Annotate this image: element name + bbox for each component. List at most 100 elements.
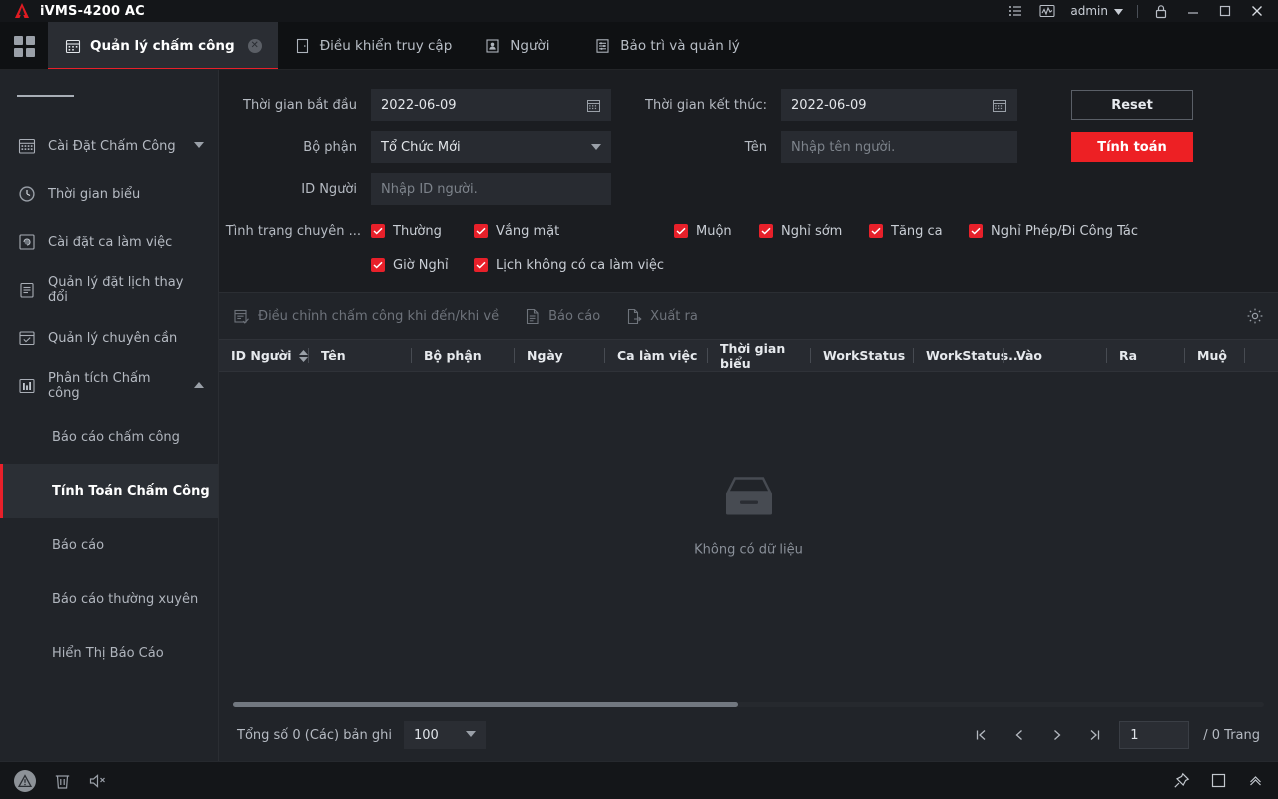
next-page-icon[interactable] [1043,721,1071,749]
adjust-checkin-checkout-button[interactable]: Điều chỉnh chấm công khi đến/khi về [233,308,499,325]
column-header-name[interactable]: Tên [309,340,412,371]
column-label: Bộ phận [424,348,482,363]
department-select[interactable]: Tổ Chức Mới [371,131,611,163]
sidebar-subitem-display-report[interactable]: Hiển Thị Báo Cáo [0,626,218,680]
sidebar-item-attendance-settings[interactable]: Cài Đặt Chấm Công [0,122,218,170]
status-bar-left [14,769,108,792]
tab-attendance-management[interactable]: Quản lý chấm công ✕ [48,22,278,70]
alert-triangle-icon[interactable] [14,769,36,792]
checkbox-overtime[interactable]: Tăng ca [869,224,969,239]
prev-page-icon[interactable] [1005,721,1033,749]
sidebar-item-label: Thời gian biểu [48,186,141,202]
check-icon [759,224,773,238]
checkbox-label: Thường [393,223,442,239]
gear-icon[interactable] [1246,307,1264,325]
column-label: WorkStatus [823,348,906,363]
sidebar-item-schedule-change-management[interactable]: Quản lý đặt lịch thay đổi [0,266,218,314]
sidebar-item-attendance-management[interactable]: Quản lý chuyên cần [0,314,218,362]
close-icon[interactable] [1248,2,1266,20]
horizontal-scrollbar[interactable] [219,699,1278,709]
report-button[interactable]: Báo cáo [525,308,600,325]
column-header-late[interactable]: Muộ [1185,340,1245,371]
sidebar-subitem-label: Báo cáo thường xuyên [52,591,199,607]
column-header-person-id[interactable]: ID Người [219,340,309,371]
list-icon[interactable] [1006,2,1024,20]
pin-icon[interactable] [1173,772,1190,789]
table-body: Không có dữ liệu [219,372,1278,699]
trash-icon[interactable] [54,772,71,790]
last-page-icon[interactable] [1081,721,1109,749]
start-time-field[interactable]: 2022-06-09 [371,89,611,121]
person-id-input[interactable]: Nhập ID người. [371,173,611,205]
check-icon [674,224,688,238]
sidebar-subitem-attendance-calculation[interactable]: Tính Toán Chấm Công [0,464,218,518]
sidebar-subitem-attendance-report[interactable]: Báo cáo chấm công [0,410,218,464]
tab-person[interactable]: Người [468,22,578,70]
checkbox-normal[interactable]: Thường [371,224,474,239]
column-header-checkin[interactable]: Vào [1004,340,1107,371]
tab-maintenance-management[interactable]: Bảo trì và quản lý [578,22,756,70]
page-number-input[interactable]: 1 [1119,721,1190,749]
start-time-label: Thời gian bắt đầu [243,97,357,113]
sidebar-subitem-label: Báo cáo chấm công [52,429,180,445]
maximize-icon[interactable] [1216,2,1234,20]
filter-row-3: ID Người Nhập ID người. [219,168,1278,210]
scrollbar-track[interactable] [233,701,1264,707]
sidebar-item-timetable[interactable]: Thời gian biểu [0,170,218,218]
tab-access-control[interactable]: Điều khiển truy cập [278,22,469,70]
first-page-icon[interactable] [967,721,995,749]
calendar-icon[interactable] [586,98,601,113]
sidebar-item-label: Cài đặt ca làm việc [48,234,173,250]
lock-icon[interactable] [1152,2,1170,20]
app-launcher-button[interactable] [0,22,48,70]
sort-icon[interactable] [298,349,308,362]
tab-label: Người [510,38,550,54]
toolbar-label: Điều chỉnh chấm công khi đến/khi về [258,308,500,324]
title-bar: iVMS-4200 AC admin [0,0,1278,22]
checkbox-absent[interactable]: Vắng mặt [474,224,674,239]
check-icon [371,224,385,238]
sidebar-item-shift-settings[interactable]: Cài đặt ca làm việc [0,218,218,266]
close-icon[interactable]: ✕ [247,39,262,53]
column-header-timetable[interactable]: Thời gian biểu [708,340,811,371]
sidebar-collapse-button[interactable] [0,70,218,122]
column-header-date[interactable]: Ngày [515,340,605,371]
column-label: Tên [321,348,346,363]
column-label: Ra [1119,348,1138,363]
column-header-workstatus[interactable]: WorkStatus [811,340,914,371]
page-size-select[interactable]: 100 [403,721,486,749]
sidebar-item-label: Quản lý chuyên cần [48,330,178,346]
column-label: Ca làm việc [617,348,698,363]
checkbox-no-shift-schedule[interactable]: Lịch không có ca làm việc [474,258,664,273]
reset-button[interactable]: Reset [1071,90,1193,120]
checkbox-break-time[interactable]: Giờ Nghỉ [371,258,474,273]
app-title: iVMS-4200 AC [40,3,145,19]
column-header-department[interactable]: Bộ phận [412,340,515,371]
column-header-checkout[interactable]: Ra [1107,340,1185,371]
chevron-up-icon[interactable] [1247,772,1264,789]
sidebar-item-attendance-analysis[interactable]: Phân tích Chấm công [0,362,218,410]
checkbox-label: Muộn [696,223,732,239]
sidebar-subitem-regular-report[interactable]: Báo cáo thường xuyên [0,572,218,626]
sliders-icon [594,38,611,55]
name-input[interactable]: Nhập tên người. [781,131,1017,163]
speaker-mute-icon[interactable] [89,773,108,789]
square-icon[interactable] [1210,772,1227,789]
end-time-field[interactable]: 2022-06-09 [781,89,1017,121]
scrollbar-thumb[interactable] [233,701,739,707]
calendar-icon[interactable] [992,98,1007,113]
export-button[interactable]: Xuất ra [626,308,698,325]
calculate-button[interactable]: Tính toán [1071,132,1193,162]
checkbox-early-leave[interactable]: Nghỉ sớm [759,224,869,239]
sidebar-subitem-report[interactable]: Báo cáo [0,518,218,572]
activity-icon[interactable] [1038,2,1056,20]
column-label: Muộ [1197,348,1227,363]
column-header-shift[interactable]: Ca làm việc [605,340,708,371]
check-icon [371,258,385,272]
checkbox-late[interactable]: Muộn [674,224,759,239]
checkbox-leave-business-trip[interactable]: Nghỉ Phép/Đi Công Tác [969,224,1138,239]
column-header-workstatus-2[interactable]: WorkStatus... [914,340,1022,371]
minimize-icon[interactable] [1184,2,1202,20]
user-menu[interactable]: admin [1070,4,1123,18]
calendar-icon [64,38,81,55]
